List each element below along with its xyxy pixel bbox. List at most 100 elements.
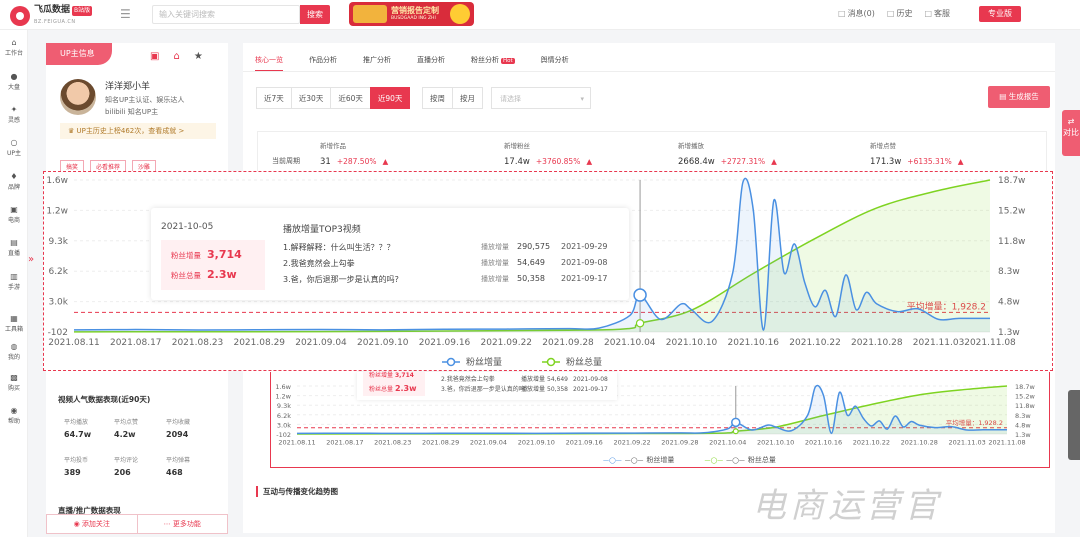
live-icon: ▤	[10, 238, 18, 247]
legend-fans-gain-small[interactable]: 粉丝增量	[603, 455, 675, 465]
tab-overview[interactable]: 核心一览	[255, 55, 283, 72]
legend-fans-total-small[interactable]: 粉丝总量	[704, 455, 776, 465]
y-right-tick-label: 18.7w	[998, 176, 1025, 186]
tab-fans[interactable]: 粉丝分析 Hot	[471, 55, 515, 72]
y-right-tick-label: 11.8w	[1015, 402, 1035, 410]
logo[interactable]: 飞瓜数据 B站版 BZ.FEIGUA.CN	[10, 5, 93, 27]
range-90d[interactable]: 近90天	[369, 87, 411, 109]
x-tick-label: 2021.08.23	[172, 338, 224, 348]
small-legend: 粉丝增量 粉丝总量	[603, 455, 776, 465]
tag-icon: ♦	[10, 172, 18, 181]
hover-point-gain	[633, 288, 647, 302]
logo-name: 飞瓜数据	[34, 5, 71, 15]
y-left-tick-label: 6.2k	[48, 267, 68, 277]
bulb-icon: ✦	[10, 105, 18, 114]
stat-avg-fav: 平均收藏 2094	[166, 419, 191, 439]
search-button[interactable]: 搜索	[300, 5, 330, 24]
nav-item-brand[interactable]: ♦ 品牌	[0, 172, 28, 191]
tooltip-total: 粉丝总量 2.3w	[171, 268, 237, 281]
x-tick-label: 2021.10.16	[728, 338, 780, 348]
tool-icon: ▦	[10, 314, 18, 323]
avatar[interactable]	[60, 79, 96, 115]
nav-item-mobile-games[interactable]: ▥ 手游	[0, 272, 28, 291]
x-tick-label: 2021.10.28	[901, 439, 938, 447]
x-tick-label: 2021.10.16	[805, 439, 842, 447]
follow-button[interactable]: ◉ 添加关注	[47, 515, 137, 533]
tab-promotion[interactable]: 推广分析	[363, 55, 391, 72]
more-button[interactable]: ⋯ 更多功能	[136, 515, 228, 533]
user-icon: ◍	[10, 342, 18, 351]
profile-actions: ◉ 添加关注 ⋯ 更多功能	[46, 514, 228, 534]
buy-icon: ▩	[10, 373, 18, 382]
nav-item-ecommerce[interactable]: ▣ 电商	[0, 205, 28, 224]
nav-item-live[interactable]: ▤ 直播	[0, 238, 28, 257]
stat-avg-danmaku: 平均弹幕 468	[166, 457, 191, 477]
tab-sentiment[interactable]: 舆情分析	[541, 55, 569, 72]
stats-title: 视频人气数据表现(近90天)	[58, 395, 151, 404]
period-label: 当前周期	[272, 157, 300, 165]
home-icon[interactable]: ⌂	[173, 51, 179, 62]
stat-avg-like: 平均点赞 4.2w	[114, 419, 139, 439]
x-tick-label: 2021.09.28	[542, 338, 594, 348]
kpi-new-plays: 新增播放 2668.4w +2727.31% ▲	[678, 142, 777, 167]
crown-icon: ♛	[68, 127, 77, 135]
history-link[interactable]: 历史	[887, 8, 912, 19]
compare-tab[interactable]: ⇄ 对比	[1062, 110, 1080, 156]
x-tick-label: 2021.11.08	[964, 338, 1016, 348]
nav-item-workbench[interactable]: ⌂ 工作台	[0, 38, 28, 57]
messages-link[interactable]: 消息(0)	[838, 8, 875, 19]
x-tick-label: 2021.09.16	[566, 439, 603, 447]
range-30d[interactable]: 近30天	[290, 87, 332, 109]
nav-item-up[interactable]: ○ UP主	[0, 138, 28, 157]
logo-badge: B站版	[72, 6, 93, 16]
tab-live[interactable]: 直播分析	[417, 55, 445, 72]
x-tick-label: 2021.11.08	[988, 439, 1025, 447]
x-tick-label: 2021.10.22	[853, 439, 890, 447]
date-picker[interactable]: 请选择 ▾	[491, 87, 591, 109]
profile-cert: 知名UP主认证、娱乐达人	[105, 96, 185, 104]
small-tooltip: 粉丝增量 3,714 粉丝总量 2.3w 2.我爸竟然会上勾拳 播放增量 54,…	[357, 372, 617, 400]
x-tick-label: 2021.09.22	[613, 439, 650, 447]
menu-toggle-icon[interactable]: ☰	[120, 7, 131, 21]
expand-arrow-icon[interactable]: »	[28, 254, 34, 265]
globe-icon: ●	[10, 72, 18, 81]
nav-item-help[interactable]: ◉ 帮助	[0, 406, 28, 425]
tooltip-date: 2021-10-05	[161, 222, 214, 232]
feedback-tab[interactable]	[1068, 390, 1080, 460]
star-icon[interactable]: ★	[194, 51, 203, 62]
mascot-icon	[450, 4, 470, 24]
pro-version-button[interactable]: 专业版	[979, 6, 1021, 22]
x-tick-label: 2021.11.03	[913, 338, 965, 348]
gift-icon	[353, 5, 387, 23]
section-trend-title: 互动与传播变化趋势图	[256, 486, 338, 497]
x-tick-label: 2021.09.04	[470, 439, 507, 447]
nav-item-mine[interactable]: ◍ 我的	[0, 342, 28, 361]
x-tick-label: 2021.09.10	[357, 338, 409, 348]
by-month[interactable]: 按月	[452, 87, 483, 109]
cart-icon: ▣	[10, 205, 18, 214]
nav-item-toolbox[interactable]: ▦ 工具箱	[0, 314, 28, 333]
y-right-tick-label: 15.2w	[1015, 393, 1035, 401]
video-icon[interactable]: ▣	[150, 51, 159, 62]
nav-item-buy[interactable]: ▩ 购买	[0, 373, 28, 392]
report-icon: ▤	[999, 92, 1009, 101]
hot-badge: Hot	[501, 58, 515, 64]
y-left-tick-label: 3.0k	[48, 298, 68, 308]
tooltip-video: 1.解释解释：什么叫生活？？？ 播放增量 290,575 2021-09-29	[283, 242, 608, 252]
eye-icon: ◉	[73, 520, 82, 528]
nav-item-inspiration[interactable]: ✦ 灵感	[0, 105, 28, 124]
promo-banner[interactable]: 营销报告定制 BUSDGAAD ING ZHI	[349, 2, 474, 26]
search-input[interactable]: 输入关键词搜索	[152, 5, 300, 24]
y-right-tick-label: 8.3w	[1015, 412, 1031, 420]
history-banner[interactable]: ♛ UP主历史上榜462次，查看成就 >	[60, 123, 216, 139]
by-week[interactable]: 按周	[422, 87, 453, 109]
range-60d[interactable]: 近60天	[330, 87, 371, 109]
nav-item-market[interactable]: ● 大盘	[0, 72, 28, 91]
support-link[interactable]: 客服	[924, 8, 950, 19]
tab-works[interactable]: 作品分析	[309, 55, 337, 72]
generate-report-button[interactable]: ▤ 生成报告	[988, 86, 1050, 108]
more-icon: ⋯	[163, 520, 173, 528]
kpi-new-works: 新增作品 31 +287.50% ▲	[320, 142, 389, 167]
range-7d[interactable]: 近7天	[256, 87, 292, 109]
x-tick-label: 2021.10.22	[789, 338, 841, 348]
